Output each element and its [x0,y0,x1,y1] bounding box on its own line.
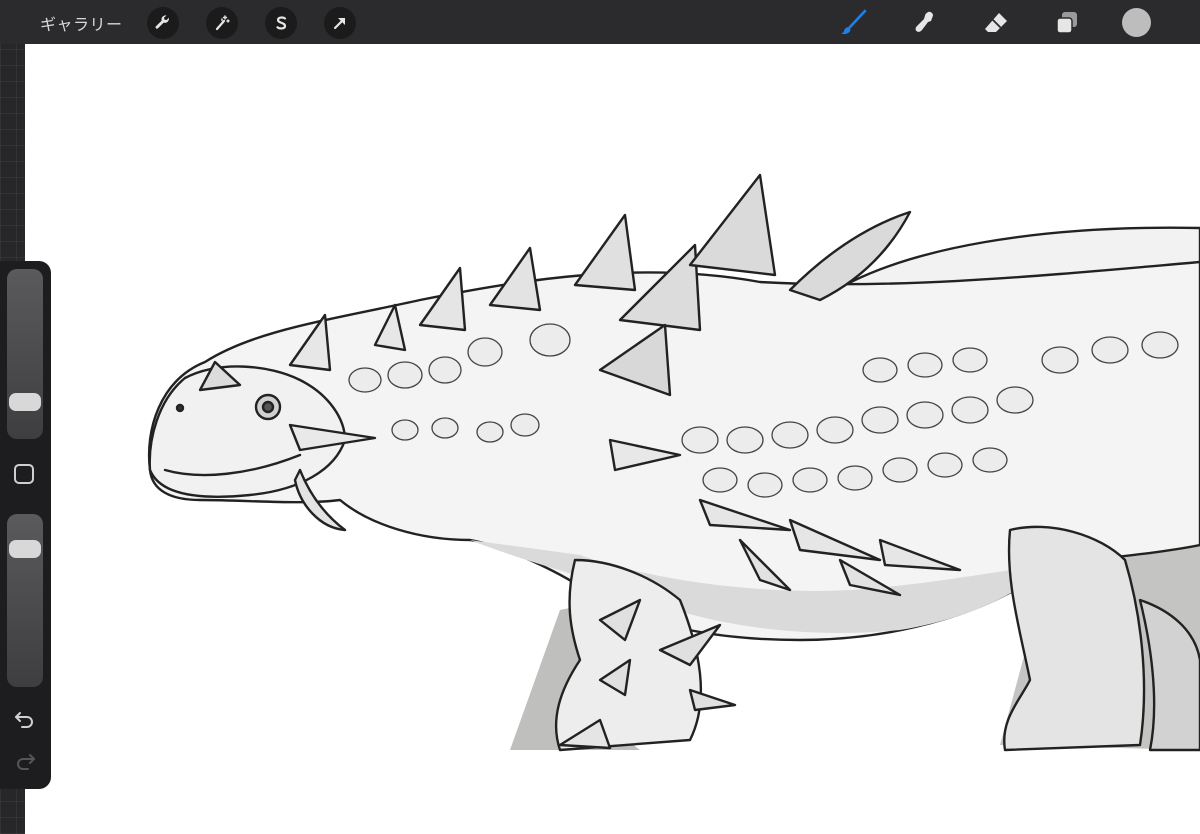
wrench-icon[interactable] [147,7,179,39]
transform-arrow-icon[interactable] [324,7,356,39]
opacity-slider[interactable] [7,514,43,687]
selection-s-icon[interactable] [265,7,297,39]
eraser-icon[interactable] [979,6,1013,40]
drawing-canvas[interactable] [25,44,1200,834]
brush-size-slider[interactable] [7,269,43,439]
color-picker-swatch[interactable] [1122,8,1151,37]
redo-icon[interactable] [13,751,37,771]
dinosaur-artwork [147,173,1200,752]
gallery-button[interactable]: ギャラリー [40,11,123,35]
smudge-icon[interactable] [908,6,942,40]
layers-icon[interactable] [1050,6,1084,40]
brush-icon[interactable] [836,6,870,40]
left-sidebar [0,261,51,789]
modify-square-icon[interactable] [14,464,34,484]
magic-wand-icon[interactable] [206,7,238,39]
brush-size-thumb[interactable] [9,392,41,411]
top-toolbar: ギャラリー [0,0,1200,44]
opacity-thumb[interactable] [9,540,41,559]
undo-icon[interactable] [13,709,37,729]
